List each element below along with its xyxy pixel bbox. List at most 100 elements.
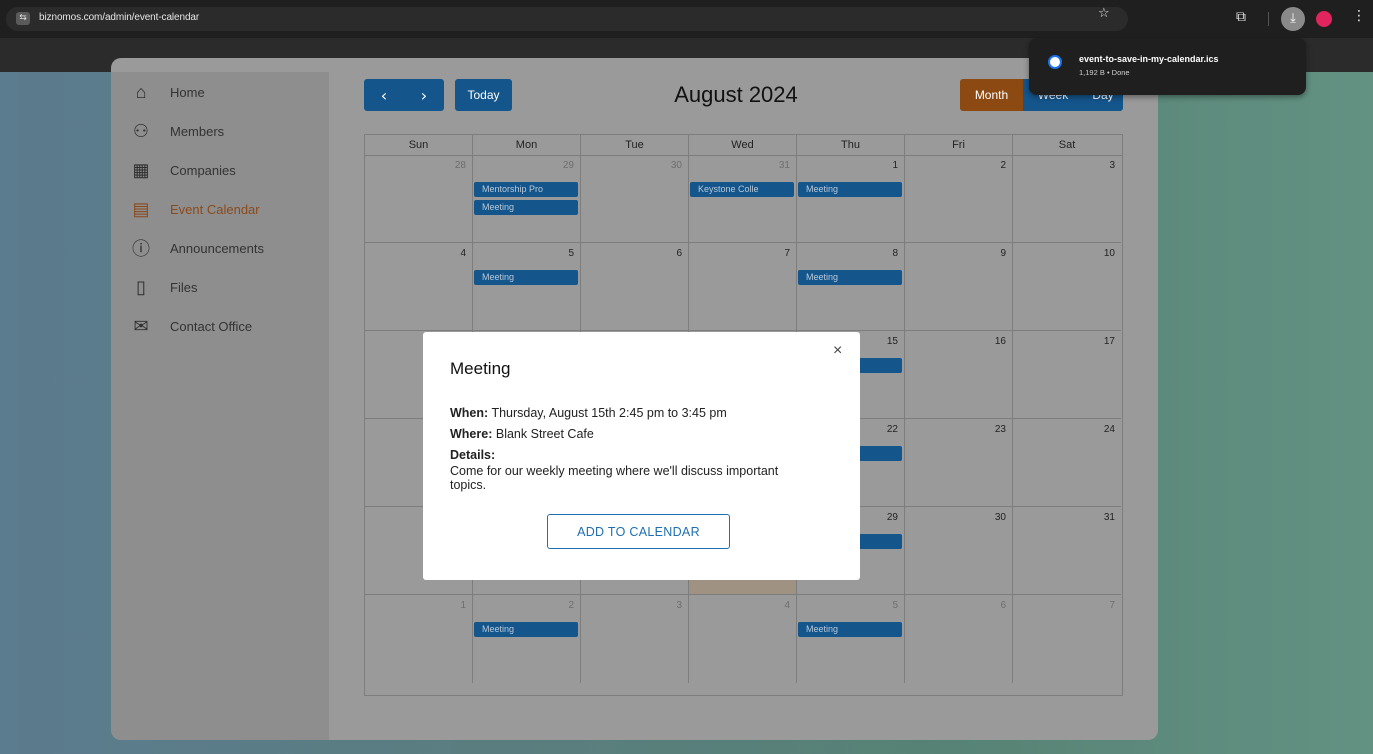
calendar-day-cell[interactable]: 1 (797, 155, 905, 243)
next-month-button[interactable]: › (404, 79, 444, 111)
day-number: 29 (562, 160, 574, 171)
day-number: 7 (1109, 600, 1115, 611)
calendar-event[interactable]: Keystone Colle (690, 182, 794, 197)
calendar-day-cell[interactable]: 9 (905, 243, 1013, 331)
calendar-day-cell[interactable]: 6 (905, 595, 1013, 683)
calendar-day-cell[interactable]: 8 (797, 243, 905, 331)
sidebar-item-companies[interactable]: ▦ Companies (128, 157, 328, 183)
calendar-day-cell[interactable]: 29 (473, 155, 581, 243)
day-number: 31 (778, 160, 790, 171)
calendar-day-cell[interactable]: 3 (581, 595, 689, 683)
calendar-day-cell[interactable]: 4 (689, 595, 797, 683)
download-status: 1,192 B • Done (1079, 68, 1130, 77)
sidebar-item-label: Home (170, 84, 205, 100)
modal-title: Meeting (450, 359, 511, 378)
sidebar-item-label: Announcements (170, 240, 264, 256)
day-number: 5 (892, 600, 898, 611)
files-icon: ▯ (136, 276, 146, 297)
calendar-event[interactable]: Meeting (798, 622, 902, 637)
calendar-day-cell[interactable]: 7 (1013, 595, 1121, 683)
calendar-day-cell[interactable]: 5 (473, 243, 581, 331)
calendar-day-cell[interactable]: 24 (1013, 419, 1121, 507)
download-icon[interactable]: ⤓ (1281, 7, 1305, 31)
site-settings-icon[interactable]: ⇆ (16, 12, 30, 25)
address-bar[interactable]: ⇆ biznomos.com/admin/event-calendar (6, 7, 1128, 31)
day-number: 16 (994, 336, 1006, 347)
calendar-day-cell[interactable]: 2 (905, 155, 1013, 243)
day-number: 31 (1103, 512, 1115, 523)
calendar-day-cell[interactable]: 7 (689, 243, 797, 331)
sidebar-item-label: Event Calendar (170, 201, 260, 217)
sidebar-item-announcements[interactable]: ⓘ Announcements (128, 235, 328, 261)
day-of-week-fri: Fri (905, 135, 1013, 155)
day-number: 6 (676, 248, 682, 259)
days-of-week-header: Sun Mon Tue Wed Thu Fri Sat (365, 135, 1122, 156)
calendar-day-cell[interactable]: 5 (797, 595, 905, 683)
details-label: Details: (450, 448, 496, 462)
add-to-calendar-button[interactable]: ADD TO CALENDAR (547, 514, 730, 549)
day-number: 8 (892, 248, 898, 259)
day-number: 1 (460, 600, 466, 611)
calendar-day-cell[interactable]: 4 (365, 243, 473, 331)
day-number: 7 (784, 248, 790, 259)
browser-menu-icon[interactable]: ⋮ (1352, 8, 1366, 24)
day-number: 23 (994, 424, 1006, 435)
mail-icon: ✉ (133, 315, 149, 336)
calendar-day-cell[interactable]: 2 (473, 595, 581, 683)
calendar-event[interactable]: Mentorship Pro (474, 182, 578, 197)
day-number: 2 (568, 600, 574, 611)
download-popup[interactable]: event-to-save-in-my-calendar.ics 1,192 B… (1029, 38, 1306, 95)
today-button[interactable]: Today (455, 79, 512, 111)
day-number: 30 (670, 160, 682, 171)
close-icon[interactable]: × (833, 342, 842, 360)
calendar-day-cell[interactable]: 10 (1013, 243, 1121, 331)
download-filename[interactable]: event-to-save-in-my-calendar.ics (1079, 54, 1219, 64)
day-of-week-sat: Sat (1058, 139, 1076, 151)
prev-month-button[interactable]: ‹ (364, 79, 404, 111)
calendar-day-cell[interactable]: 1 (365, 595, 473, 683)
calendar-event[interactable]: Meeting (474, 622, 578, 637)
day-of-week-thu: Thu (797, 135, 905, 155)
sidebar-item-label: Contact Office (170, 318, 253, 334)
day-number: 17 (1103, 336, 1115, 347)
profile-avatar[interactable] (1316, 11, 1332, 27)
calendar-event[interactable]: Meeting (474, 270, 578, 285)
sidebar-item-contact-office[interactable]: ✉ Contact Office (128, 313, 328, 339)
url-text[interactable]: biznomos.com/admin/event-calendar (39, 12, 199, 23)
event-details-label: Details: (450, 448, 495, 462)
calendar-event[interactable]: Meeting (798, 182, 902, 197)
sidebar-item-members[interactable]: ⚇ Members (128, 118, 328, 144)
event-where: Where: Blank Street Cafe (450, 427, 594, 441)
calendar-nav-group: ‹ › (364, 79, 444, 111)
bookmark-star-icon[interactable]: ☆ (1098, 6, 1110, 21)
calendar-day-cell[interactable]: 17 (1013, 331, 1121, 419)
calendar-day-cell[interactable]: 6 (581, 243, 689, 331)
calendar-day-cell[interactable]: 30 (581, 155, 689, 243)
calendar-day-cell[interactable]: 23 (905, 419, 1013, 507)
sidebar-item-files[interactable]: ▯ Files (128, 274, 328, 300)
sidebar-item-label: Files (170, 279, 198, 295)
where-value: Blank Street Cafe (495, 427, 594, 441)
day-number: 9 (1000, 248, 1006, 259)
sidebar-item-label: Members (170, 123, 225, 139)
calendar-event[interactable]: Meeting (474, 200, 578, 215)
when-label: When: (450, 406, 489, 420)
calendar-day-cell[interactable]: 31 (1013, 507, 1121, 595)
day-number: 1 (892, 160, 898, 171)
month-view-button[interactable]: Month (960, 79, 1023, 111)
calendar-day-cell[interactable]: 28 (365, 155, 473, 243)
sidebar-item-label: Companies (170, 162, 236, 178)
calendar-day-cell[interactable]: 3 (1013, 155, 1121, 243)
when-value: Thursday, August 15th 2:45 pm to 3:45 pm (491, 406, 727, 420)
calendar-day-cell[interactable]: 30 (905, 507, 1013, 595)
day-number: 2 (1000, 160, 1006, 171)
sidebar-item-home[interactable]: ⌂ Home (128, 79, 328, 105)
day-number: 15 (886, 336, 898, 347)
calendar-event[interactable]: Meeting (798, 270, 902, 285)
calendar-day-cell[interactable]: 31 (689, 155, 797, 243)
sidebar-item-event-calendar[interactable]: ▤ Event Calendar (128, 196, 328, 222)
extensions-icon[interactable]: ⧉ (1236, 9, 1246, 25)
day-number: 5 (568, 248, 574, 259)
calendar-title: August 2024 (674, 82, 798, 107)
calendar-day-cell[interactable]: 16 (905, 331, 1013, 419)
